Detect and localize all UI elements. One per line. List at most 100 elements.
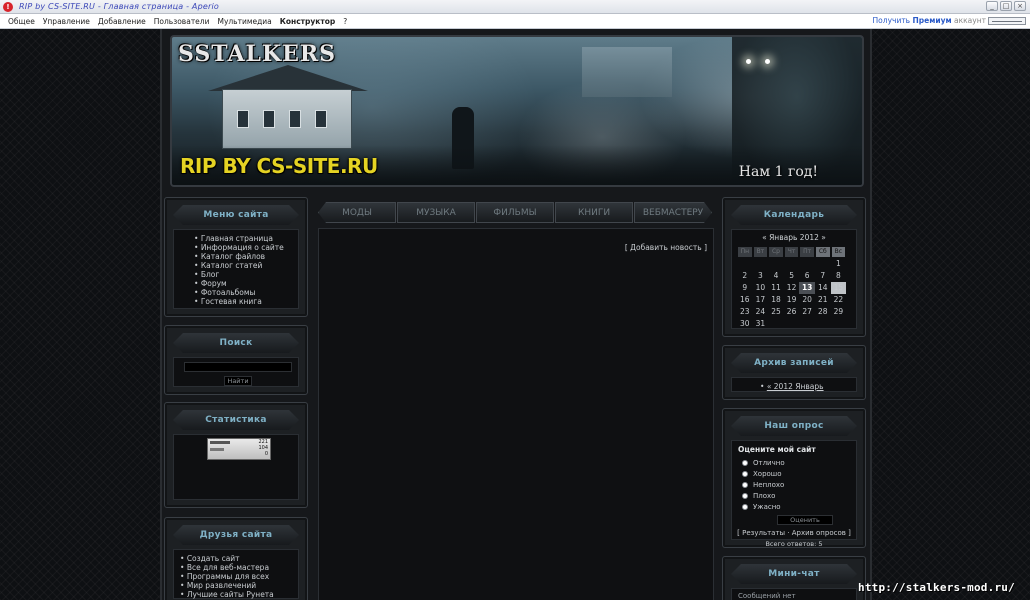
maximize-button[interactable]: □ <box>1000 1 1012 11</box>
calendar-day[interactable]: 4 <box>768 270 784 282</box>
calendar-day[interactable]: 15 <box>830 282 847 294</box>
radio-button[interactable] <box>742 492 748 499</box>
calendar-grid: Пн Вт Ср Чт Пт Сб Вс 1 2 3 4 5 6 7 8 9 10 11 12 13 14 15 16 17 1… <box>737 246 847 330</box>
radio-button[interactable] <box>742 503 748 510</box>
menu-link-blog[interactable]: Блог <box>194 270 298 279</box>
calendar-day[interactable]: 11 <box>768 282 784 294</box>
premium-suffix: аккаунт <box>954 16 986 25</box>
calendar-day[interactable]: 18 <box>768 294 784 306</box>
archive-body: • « 2012 Январь <box>731 377 857 392</box>
minichat-body: Сообщений нет <box>731 588 857 600</box>
nav-tab-books[interactable]: КНИГИ <box>555 202 633 223</box>
poll-option[interactable]: Ужасно <box>742 501 785 512</box>
nav-tab-films[interactable]: ФИЛЬМЫ <box>476 202 554 223</box>
radio-button[interactable] <box>742 459 748 466</box>
premium-link[interactable]: Получить Премиум аккаунт <box>873 16 986 25</box>
poll-option[interactable]: Плохо <box>742 490 785 501</box>
menu-link-articles[interactable]: Каталог статей <box>194 261 298 270</box>
calendar-day[interactable]: 9 <box>737 282 753 294</box>
calendar-day[interactable]: 5 <box>784 270 800 282</box>
calendar-day[interactable]: 17 <box>753 294 769 306</box>
calendar-day[interactable]: 12 <box>784 282 800 294</box>
menu-multimedia[interactable]: Мультимедиа <box>217 17 271 26</box>
calendar-day[interactable]: 26 <box>784 306 800 318</box>
menu-add[interactable]: Добавление <box>98 17 146 26</box>
calendar-day[interactable]: 3 <box>753 270 769 282</box>
calendar-month[interactable]: « Январь 2012 » <box>732 233 856 242</box>
calendar-day[interactable]: 24 <box>753 306 769 318</box>
nav-tab-mods[interactable]: МОДЫ <box>318 202 396 223</box>
calendar-day[interactable]: 13 <box>799 282 815 294</box>
calendar-day[interactable]: 16 <box>737 294 753 306</box>
menu-link-forum[interactable]: Форум <box>194 279 298 288</box>
calendar-day[interactable]: 21 <box>815 294 831 306</box>
menu-link-photos[interactable]: Фотоальбомы <box>194 288 298 297</box>
menu-management[interactable]: Управление <box>43 17 90 26</box>
menu-help[interactable]: ? <box>343 17 347 26</box>
background-house-image <box>582 47 672 97</box>
friend-link[interactable]: Мир развлечений <box>180 581 298 590</box>
friend-link[interactable]: Лучшие сайты Рунета <box>180 590 298 599</box>
add-news-link[interactable]: [ Добавить новость ] <box>625 243 707 252</box>
friend-link[interactable]: Все для веб-мастера <box>180 563 298 572</box>
house-window <box>237 110 249 128</box>
main-navigation: МОДЫ МУЗЫКА ФИЛЬМЫ КНИГИ ВЕБМАСТЕРУ <box>318 202 712 223</box>
visitor-counter[interactable]: 221 104 0 <box>207 438 271 460</box>
calendar-day[interactable]: 14 <box>815 282 831 294</box>
calendar-day[interactable]: 10 <box>753 282 769 294</box>
calendar-weekday-header: Вт <box>752 246 769 258</box>
calendar-day[interactable]: 22 <box>831 294 847 306</box>
calendar-day[interactable]: 20 <box>799 294 815 306</box>
poll-question: Оцените мой сайт <box>738 445 816 454</box>
vote-button[interactable]: Оценить <box>777 515 833 525</box>
poll-option[interactable]: Отлично <box>742 457 785 468</box>
minimize-button[interactable]: _ <box>986 1 998 11</box>
calendar-day[interactable]: 27 <box>799 306 815 318</box>
source-watermark: http://stalkers-mod.ru/ <box>858 581 1015 594</box>
nav-tab-music[interactable]: МУЗЫКА <box>397 202 475 223</box>
poll-results-links[interactable]: [ Результаты · Архив опросов ] <box>732 529 856 537</box>
search-button[interactable]: Найти <box>224 376 252 386</box>
poll-option[interactable]: Неплохо <box>742 479 785 490</box>
calendar-day <box>815 258 831 270</box>
poll-option[interactable]: Хорошо <box>742 468 785 479</box>
calendar-day[interactable]: 23 <box>737 306 753 318</box>
radio-button[interactable] <box>742 470 748 477</box>
calendar-day[interactable]: 29 <box>831 306 847 318</box>
calendar-day[interactable]: 1 <box>831 258 847 270</box>
friends-body: Создать сайт Все для веб-мастера Програм… <box>173 549 299 599</box>
menu-link-info[interactable]: Информация о сайте <box>194 243 298 252</box>
search-title: Поиск <box>173 333 299 353</box>
close-button[interactable]: × <box>1014 1 1026 11</box>
menu-users[interactable]: Пользователи <box>154 17 210 26</box>
poll-option-label: Плохо <box>753 491 776 500</box>
nav-tab-webmaster[interactable]: ВЕБМАСТЕРУ <box>634 202 712 223</box>
friends-block: Друзья сайта Создать сайт Все для веб-ма… <box>164 517 308 600</box>
calendar-block: Календарь « Январь 2012 » Пн Вт Ср Чт Пт Сб Вс… <box>722 197 866 337</box>
menu-link-home[interactable]: Главная страница <box>194 234 298 243</box>
admin-menubar: Общее Управление Добавление Пользователи… <box>0 14 1030 29</box>
calendar-day[interactable]: 6 <box>799 270 815 282</box>
menu-link-files[interactable]: Каталог файлов <box>194 252 298 261</box>
site-logo[interactable]: SSTALKERS <box>178 41 336 67</box>
calendar-day[interactable]: 28 <box>815 306 831 318</box>
archive-link[interactable]: • « 2012 Январь <box>760 382 824 391</box>
calendar-day[interactable]: 25 <box>768 306 784 318</box>
radio-button[interactable] <box>742 481 748 488</box>
calendar-day[interactable]: 19 <box>784 294 800 306</box>
app-icon: ! <box>3 1 13 12</box>
calendar-day[interactable]: 7 <box>815 270 831 282</box>
calendar-day[interactable]: 30 <box>737 318 753 330</box>
calendar-day[interactable]: 8 <box>831 270 847 282</box>
menu-general[interactable]: Общее <box>8 17 35 26</box>
calendar-day[interactable]: 2 <box>737 270 753 282</box>
friend-link[interactable]: Программы для всех <box>180 572 298 581</box>
calendar-day[interactable]: 31 <box>753 318 769 330</box>
site-menu-body: Главная страница Информация о сайте Ката… <box>173 229 299 309</box>
menu-link-guestbook[interactable]: Гостевая книга <box>194 297 298 306</box>
menu-constructor[interactable]: Конструктор <box>280 17 335 26</box>
friend-link[interactable]: Создать сайт <box>180 554 298 563</box>
search-input[interactable] <box>184 362 292 372</box>
archive-item[interactable]: « 2012 Январь <box>767 382 824 391</box>
opacity-slider[interactable] <box>988 17 1026 25</box>
